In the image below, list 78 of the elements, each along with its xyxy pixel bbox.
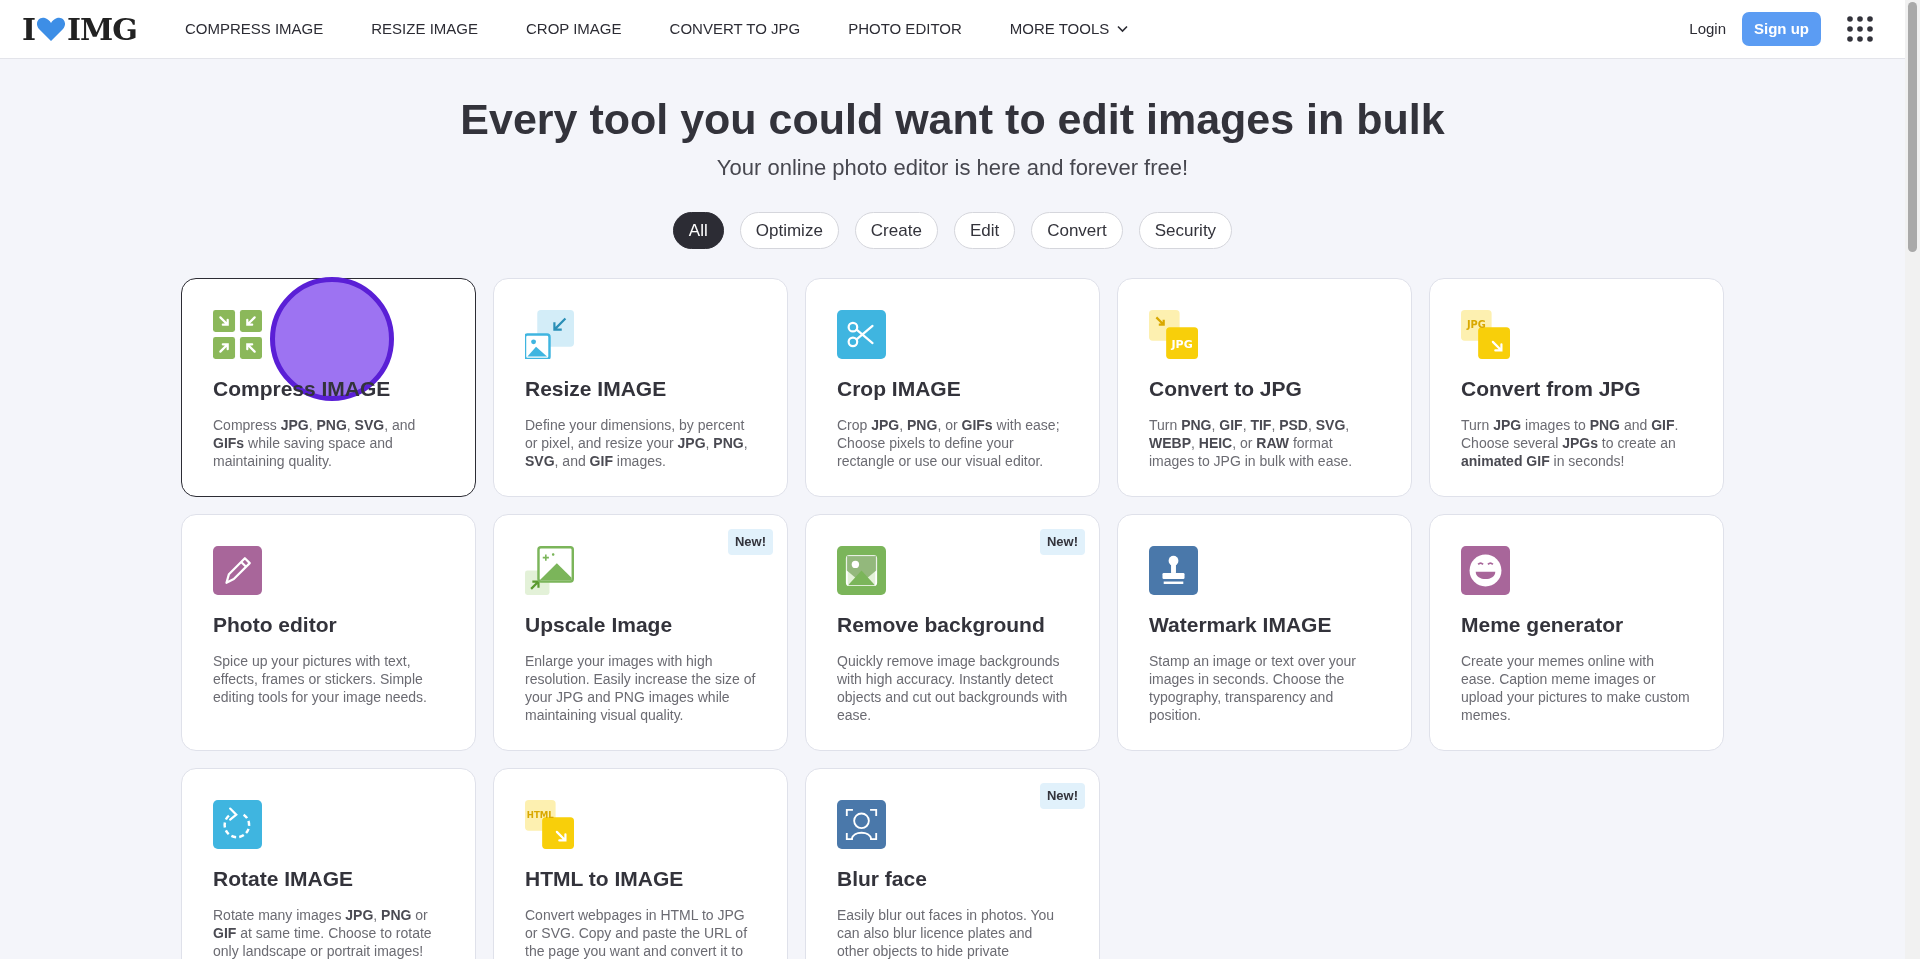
tool-description: Compress JPG, PNG, SVG, and GIFs while saving space and maintaining quality. xyxy=(213,415,417,470)
tool-title: Convert from JPG xyxy=(1461,376,1642,403)
tool-title: Crop IMAGE xyxy=(837,376,962,403)
tool-description: Spice up your pictures with text, effects, frames or stickers. Simple editing tools for your image needs. xyxy=(213,651,428,706)
filter-tab[interactable]: Optimize xyxy=(739,211,839,250)
tool-card[interactable]: Resize IMAGE Define your dimensions, by percent or pixel, and resize your JPG, PNG, SVG, and GIF images. xyxy=(493,278,788,498)
new-badge: New! xyxy=(727,529,773,555)
nav-link[interactable]: PHOTO EDITOR xyxy=(848,17,962,41)
tool-description: Crop JPG, PNG, or GIFs with ease; Choose pixels to define your rectangle or use our visual editor. xyxy=(837,415,1061,470)
nav-link[interactable]: COMPRESS IMAGE xyxy=(184,17,324,41)
resize-image-icon xyxy=(525,310,574,360)
head-outline-icon xyxy=(837,800,886,850)
tool-card[interactable]: Watermark IMAGE Stamp an image or text over your images in seconds. Choose the typography, transparency and position. xyxy=(1117,514,1412,752)
tool-description: Quickly remove image backgrounds with high accuracy. Instantly detect objects and cut out backgrounds with ease. xyxy=(837,651,1068,724)
tool-card[interactable]: Photo editor Spice up your pictures with text, effects, frames or stickers. Simple editing tools for your image needs. xyxy=(181,514,476,752)
rotate-icon xyxy=(213,800,262,850)
squares-arrows-icon xyxy=(213,310,262,360)
tool-description: Easily blur out faces in photos. You can also blur licence plates and other objects to hide private xyxy=(837,905,1056,959)
nav-link[interactable]: CONVERT TO JPG xyxy=(669,17,801,41)
icon-label: JPG xyxy=(1171,338,1193,352)
tool-title: Watermark IMAGE xyxy=(1149,612,1333,639)
icon-label: HTML xyxy=(526,810,554,821)
scrollbar[interactable] xyxy=(1905,0,1920,959)
nav-link[interactable]: RESIZE IMAGE xyxy=(371,17,478,41)
file-arrow-icon xyxy=(525,800,574,850)
tool-title: HTML to IMAGE xyxy=(525,866,685,893)
logo-letter: I xyxy=(22,10,36,49)
tool-title: Resize IMAGE xyxy=(525,376,668,403)
filter-tab[interactable]: Edit xyxy=(953,211,1016,250)
logo-text: IMG xyxy=(67,10,137,49)
scissors-icon xyxy=(837,310,886,360)
tool-card[interactable]: Crop IMAGE Crop JPG, PNG, or GIFs with ease; Choose pixels to define your rectangle or use our visual editor. xyxy=(805,278,1100,498)
filter-tab[interactable]: Convert xyxy=(1031,211,1123,250)
tool-title: Upscale Image xyxy=(525,612,674,639)
tool-description: Stamp an image or text over your images in seconds. Choose the typography, transparency and position. xyxy=(1149,651,1357,724)
tool-card[interactable]: HTML HTML to IMAGE Convert webpages in HTML to JPG or SVG. Copy and paste the URL of the page you want and convert it to xyxy=(493,768,788,959)
stamp-icon xyxy=(1149,546,1198,596)
upscale-image-icon xyxy=(525,546,574,596)
tool-card[interactable]: JPG Convert to JPG Turn PNG, GIF, TIF, PSD, SVG, WEBP, HEIC, or RAW format images to JPG in bulk with ease. xyxy=(1117,278,1412,498)
image-background-icon xyxy=(837,546,886,596)
apps-grid-icon[interactable] xyxy=(1847,16,1873,42)
tool-card[interactable]: JPG Convert from JPG Turn JPG images to PNG and GIF. Choose several JPGs to create an animated GIF in seconds! xyxy=(1429,278,1724,498)
tool-card[interactable]: Meme generator Create your memes online with ease. Caption meme images or upload your pictures to make custom memes. xyxy=(1429,514,1724,752)
tool-title: Blur face xyxy=(837,866,928,893)
pencil-icon xyxy=(213,546,262,596)
new-badge: New! xyxy=(1039,529,1085,555)
tool-card[interactable]: New! Remove background Quickly remove image backgrounds with high accuracy. Instantly detect objects and cut out backgrounds with ease. xyxy=(805,514,1100,752)
tool-title: Remove background xyxy=(837,612,1046,639)
page-subheading: Your online photo editor is here and forever free! xyxy=(715,153,1190,182)
tool-description: Turn JPG images to PNG and GIF. Choose several JPGs to create an animated GIF in seconds! xyxy=(1461,415,1680,470)
tool-description: Define your dimensions, by percent or pixel, and resize your JPG, PNG, SVG, and GIF images. xyxy=(525,415,749,470)
new-badge: New! xyxy=(1039,783,1085,809)
tool-description: Rotate many images JPG, PNG or GIF at same time. Choose to rotate only landscape or portrait images! xyxy=(213,905,433,959)
tool-title: Convert to JPG xyxy=(1149,376,1303,403)
tool-card[interactable]: New! Blur face Easily blur out faces in photos. You can also blur licence plates and other objects to hide private xyxy=(805,768,1100,959)
page-heading: Every tool you could want to edit images in bulk xyxy=(459,94,1446,145)
nav-link[interactable]: MORE TOOLS xyxy=(1009,17,1129,41)
filter-tab[interactable]: All xyxy=(672,211,724,250)
tool-description: Turn PNG, GIF, TIF, PSD, SVG, WEBP, HEIC, or RAW format images to JPG in bulk with ease. xyxy=(1149,415,1354,470)
filter-tab[interactable]: Create xyxy=(854,211,938,250)
tool-title: Rotate IMAGE xyxy=(213,866,354,893)
tool-card[interactable]: New! Upscale Image Enlarge your images with high resolution. Easily increase the size of your JPG and PNG images while maintaining visual quality. xyxy=(493,514,788,752)
chevron-icon xyxy=(1117,25,1129,33)
tool-description: Create your memes online with ease. Caption meme images or upload your pictures to make custom memes. xyxy=(1461,651,1691,724)
file-arrow-icon xyxy=(1461,310,1510,360)
smiley-icon xyxy=(1461,546,1510,596)
icon-label: JPG xyxy=(1466,319,1486,331)
file-arrow-icon xyxy=(1149,310,1198,360)
tool-title: Meme generator xyxy=(1461,612,1625,639)
scrollbar-thumb[interactable] xyxy=(1908,2,1917,252)
tool-card[interactable]: Rotate IMAGE Rotate many images JPG, PNG or GIF at same time. Choose to rotate only landscape or portrait images! xyxy=(181,768,476,959)
login-link[interactable]: Login xyxy=(1689,17,1726,41)
nav-link[interactable]: CROP IMAGE xyxy=(525,17,622,41)
tool-description: Convert webpages in HTML to JPG or SVG. Copy and paste the URL of the page you want and convert it to xyxy=(525,905,749,959)
filter-tab[interactable]: Security xyxy=(1138,211,1233,250)
heart-icon xyxy=(36,16,67,42)
tool-title: Photo editor xyxy=(213,612,338,639)
tool-description: Enlarge your images with high resolution. Easily increase the size of your JPG and PNG images while maintaining visual quality. xyxy=(525,651,756,724)
